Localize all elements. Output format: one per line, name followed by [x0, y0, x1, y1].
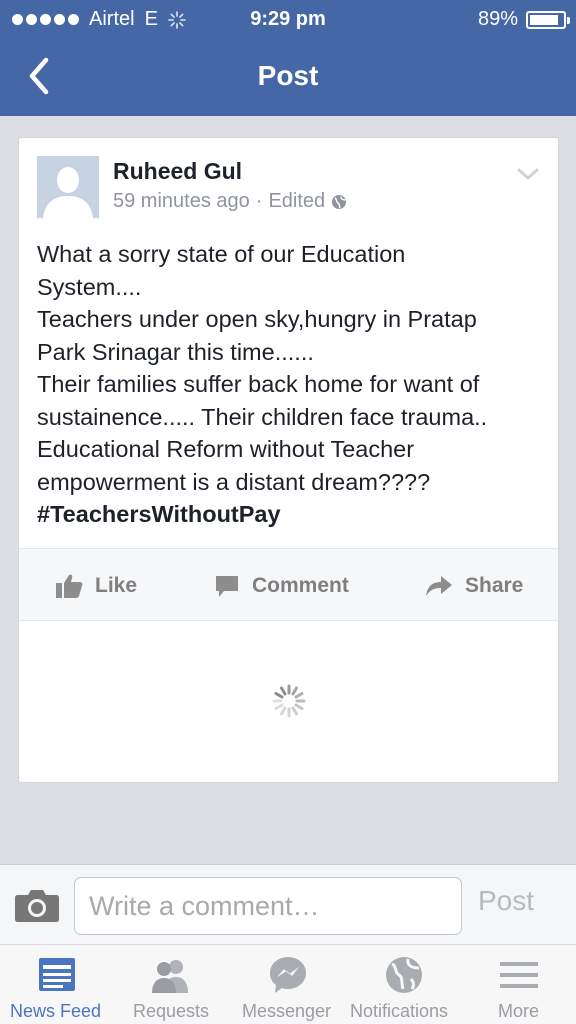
comment-bubble-icon — [216, 575, 238, 597]
status-bar: Airtel E 9:29 pm 89% — [0, 0, 576, 38]
share-button[interactable]: Share — [425, 549, 523, 622]
camera-icon[interactable] — [14, 887, 60, 923]
friend-requests-icon — [152, 960, 188, 993]
tab-requests[interactable]: Requests — [114, 945, 230, 1024]
tab-news-feed[interactable]: News Feed — [0, 945, 114, 1024]
comment-button[interactable]: Comment — [214, 549, 349, 622]
hashtag-link[interactable]: #TeachersWithoutPay — [37, 498, 542, 531]
battery-percent: 89% — [477, 8, 518, 30]
post-meta: 59 minutes ago · Edited — [113, 190, 347, 213]
battery-icon — [526, 10, 570, 29]
post-text-line: Their families suffer back home for want… — [37, 371, 480, 397]
post-actions-bar: Like Comment Share — [19, 548, 558, 621]
post-text-line: empowerment is a distant dream???? — [37, 468, 431, 495]
post-text-line: System.... — [37, 273, 142, 300]
comment-label: Comment — [252, 573, 349, 597]
post-text-line: sustainence..... Their children face tra… — [37, 403, 488, 430]
tab-messenger[interactable]: Messenger — [230, 945, 346, 1024]
like-button[interactable]: Like — [55, 549, 137, 622]
messenger-icon — [270, 957, 306, 993]
meta-separator: · — [255, 190, 263, 212]
edited-label[interactable]: Edited — [268, 190, 325, 213]
tab-label: Messenger — [242, 1001, 332, 1021]
tab-label: Notifications — [350, 1001, 449, 1021]
post-text-line: Park Srinagar this time...... — [37, 338, 314, 365]
battery-fill — [530, 14, 559, 25]
author-name[interactable]: Ruheed Gul — [113, 158, 242, 185]
globe-icon — [386, 957, 422, 993]
loading-spinner-icon — [272, 684, 306, 718]
page-title: Post — [257, 60, 319, 91]
tab-label: News Feed — [10, 1001, 102, 1021]
top-bar: Airtel E 9:29 pm 89% Post — [0, 0, 576, 116]
post-timestamp[interactable]: 59 minutes ago — [113, 190, 250, 213]
menu-icon — [500, 962, 538, 988]
post-text-line: Educational Reform without Teacher — [37, 436, 415, 462]
thumbs-up-icon — [56, 574, 83, 598]
share-label: Share — [465, 573, 524, 597]
post-options-chevron-icon[interactable] — [516, 166, 540, 182]
avatar[interactable] — [37, 156, 99, 218]
comment-input[interactable] — [74, 877, 462, 935]
tab-label: More — [498, 1001, 540, 1021]
navigation-bar: Post — [0, 38, 576, 116]
default-profile-icon — [37, 156, 99, 218]
bottom-tab-bar: News Feed Requests Messenger Notificatio… — [0, 944, 576, 1024]
post-body: What a sorry state of our Education Syst… — [37, 238, 542, 531]
public-globe-icon — [332, 194, 347, 209]
tab-more[interactable]: More — [462, 945, 576, 1024]
comment-composer: Post — [0, 864, 576, 944]
post-comment-button[interactable]: Post — [478, 885, 534, 917]
like-label: Like — [95, 573, 138, 597]
post-text-line: Teachers under open sky,hungry in Pratap — [37, 306, 477, 332]
post-card: Ruheed Gul 59 minutes ago · Edited What … — [18, 137, 559, 783]
tab-notifications[interactable]: Notifications — [346, 945, 462, 1024]
post-text-line: What a sorry state of our Education — [37, 241, 406, 267]
news-feed-icon — [39, 958, 75, 991]
tab-label: Requests — [133, 1001, 210, 1021]
status-right: 89% — [477, 8, 570, 31]
share-arrow-icon — [426, 575, 452, 596]
